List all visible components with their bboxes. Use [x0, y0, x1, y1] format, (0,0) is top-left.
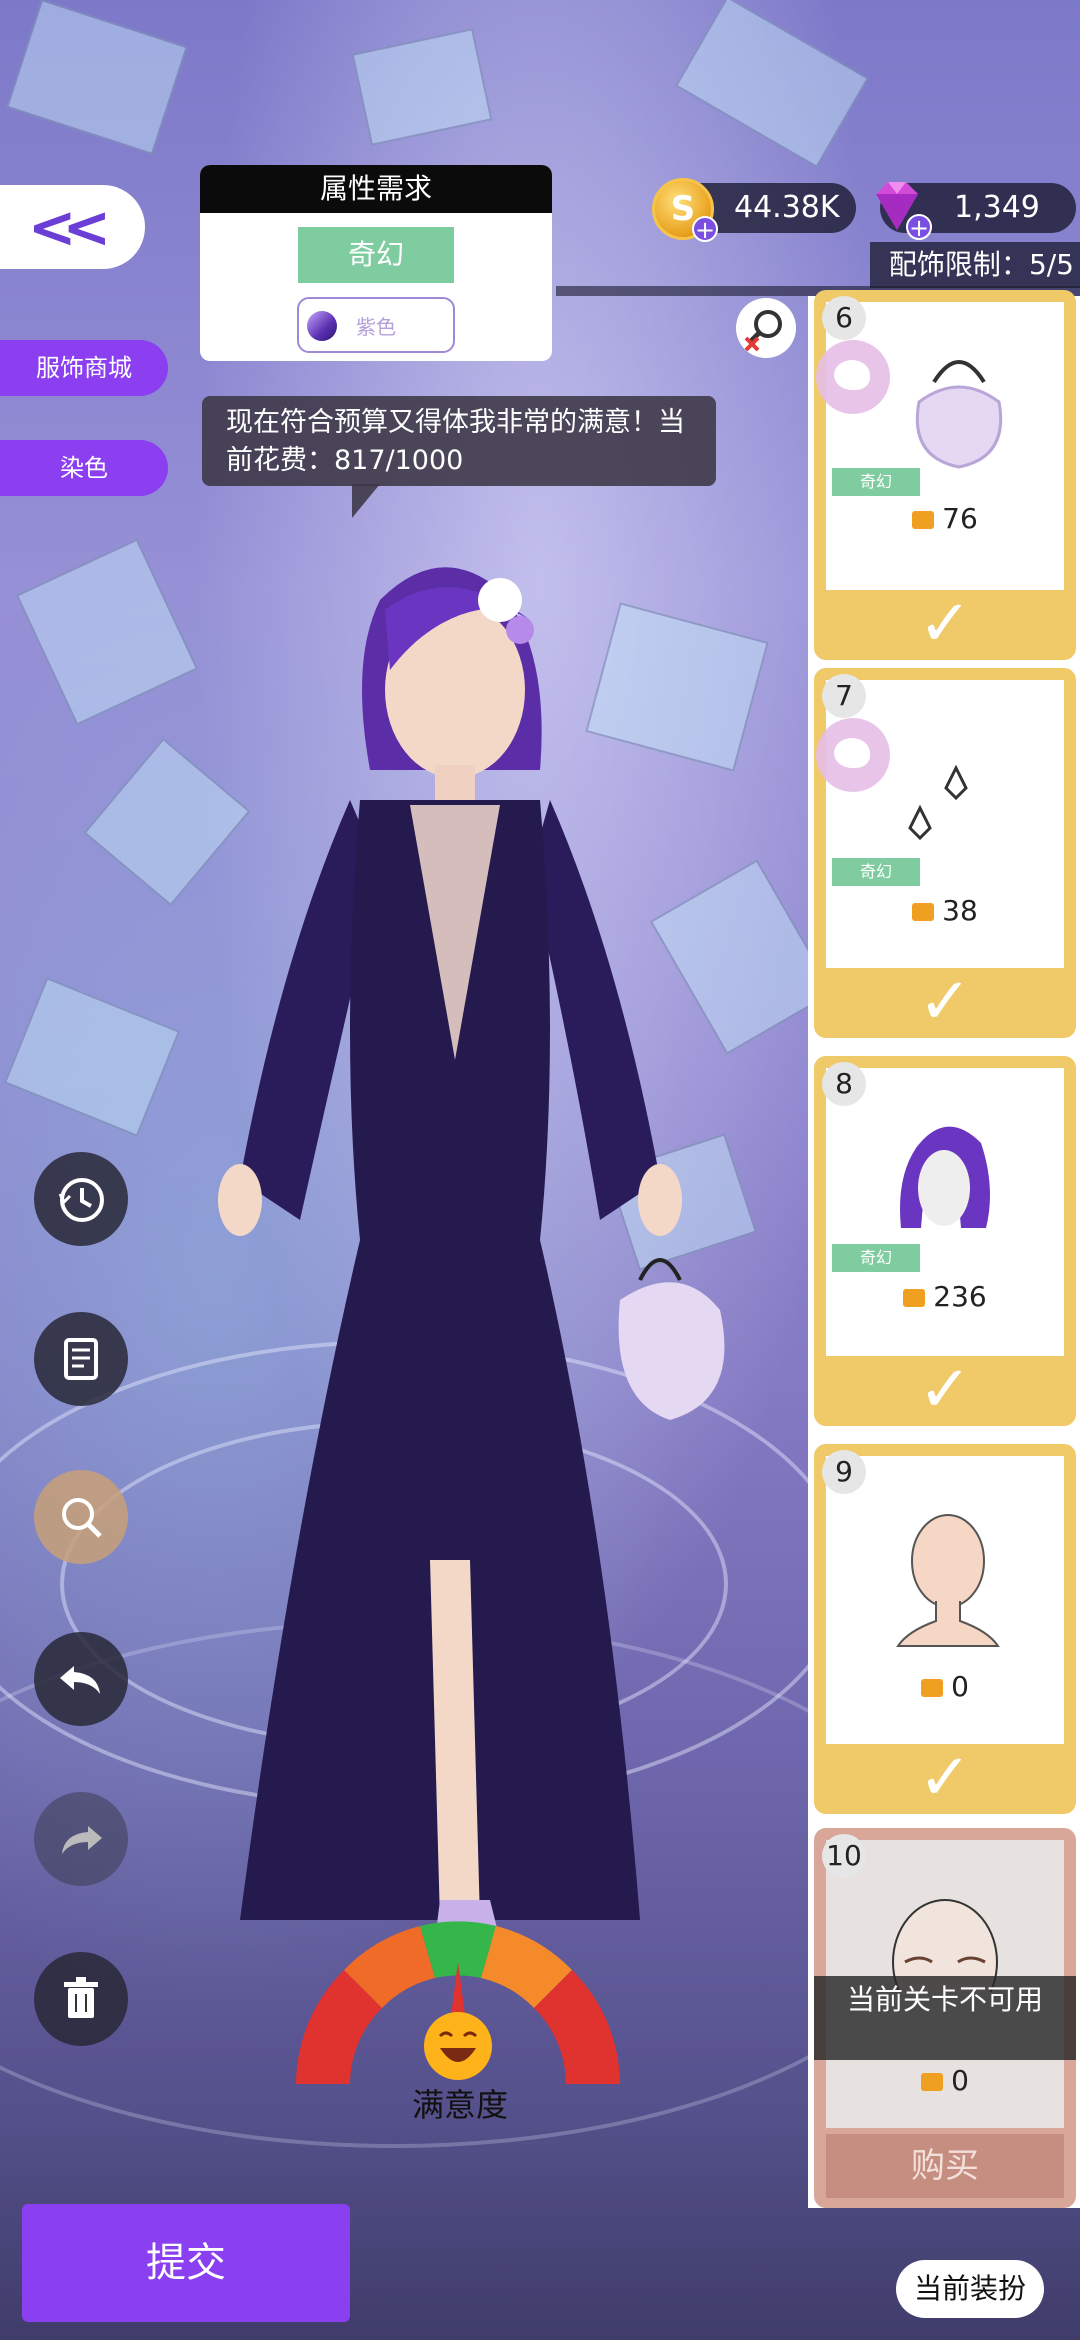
item-card[interactable]: 9 0 ✓	[814, 1444, 1076, 1814]
redo-arrow-icon	[62, 1826, 102, 1854]
color-requirement-label: 紫色	[356, 315, 396, 339]
magnifier-icon	[62, 1498, 102, 1538]
item-style-tag: 奇幻	[832, 858, 920, 886]
checkmark-icon: ✓	[918, 965, 972, 1038]
satisfaction-label: 满意度	[411, 2086, 508, 2124]
add-coins-icon[interactable]: +	[692, 216, 718, 242]
price-ticket-icon	[921, 1679, 944, 1697]
item-number: 10	[822, 1834, 866, 1878]
item-price-value: 0	[951, 1670, 969, 1703]
delete-button[interactable]	[34, 1952, 128, 2046]
item-number: 7	[822, 674, 866, 718]
current-outfit-button[interactable]: 当前装扮	[896, 2260, 1044, 2318]
item-price: 236	[814, 1280, 1076, 1313]
zoom-button[interactable]	[34, 1470, 128, 1564]
double-chevron-left-icon: <<	[27, 193, 111, 261]
checkmark-icon: ✓	[918, 587, 972, 660]
item-card[interactable]: 8 奇幻 236 ✓	[814, 1056, 1076, 1426]
happy-face-icon	[424, 2012, 492, 2080]
accessory-limit-label: 配饰限制：	[888, 248, 1029, 281]
style-requirement-tag: 奇幻	[298, 227, 454, 283]
item-price-value: 38	[942, 894, 978, 927]
speech-bubble: 现在符合预算又得体我非常的满意！当前花费：817/1000	[202, 396, 716, 518]
magnifier-remove-icon	[744, 310, 782, 352]
item-price: 76	[814, 502, 1076, 535]
character-avatar	[218, 567, 725, 1940]
back-button[interactable]: <<	[0, 185, 145, 269]
checkmark-icon: ✓	[918, 1741, 972, 1814]
item-price: 0	[814, 2064, 1076, 2097]
accessory-limit: 配饰限制：5/5	[870, 242, 1080, 288]
item-price-value: 76	[942, 502, 978, 535]
buy-button[interactable]: 购买	[826, 2134, 1064, 2198]
tulip-bag-icon	[915, 360, 1003, 469]
price-ticket-icon	[903, 1289, 926, 1307]
item-number: 8	[822, 1062, 866, 1106]
dye-tab[interactable]: 染色	[0, 440, 168, 496]
attribute-panel-title: 属性需求	[200, 165, 552, 213]
undo-button[interactable]	[34, 1632, 128, 1726]
item-card-locked[interactable]: 10 当前关卡不可用 0 购买	[814, 1828, 1076, 2208]
attribute-requirement-panel: 属性需求 奇幻 紫色	[200, 165, 552, 361]
submit-button[interactable]: 提交	[22, 2204, 350, 2322]
clothing-shop-tab[interactable]: 服饰商城	[0, 340, 168, 396]
undo-arrow-icon	[60, 1666, 100, 1694]
base-head-icon	[896, 1514, 1000, 1647]
price-ticket-icon	[912, 511, 935, 529]
unavailable-notice: 当前关卡不可用	[814, 1976, 1076, 2060]
add-gems-icon[interactable]: +	[906, 214, 932, 240]
price-ticket-icon	[921, 2073, 944, 2091]
clock-history-icon	[58, 1178, 104, 1222]
item-price-value: 0	[951, 2064, 969, 2097]
item-card[interactable]: 7 奇幻 38 ✓	[814, 668, 1076, 1038]
item-number: 6	[822, 296, 866, 340]
hairstyle-icon	[900, 1126, 990, 1228]
item-price: 38	[814, 894, 1076, 927]
earrings-icon	[908, 764, 968, 841]
palette-icon[interactable]	[816, 340, 890, 414]
search-remove-button[interactable]	[736, 298, 796, 358]
redo-button[interactable]	[34, 1792, 128, 1886]
accessory-limit-value: 5/5	[1028, 248, 1074, 281]
satisfaction-gauge	[296, 1921, 620, 2084]
gem-amount: 1,349	[954, 190, 1040, 225]
item-style-tag: 奇幻	[832, 1244, 920, 1272]
trash-icon	[64, 1977, 98, 2018]
item-number: 9	[822, 1450, 866, 1494]
history-button[interactable]	[34, 1152, 128, 1246]
checkmark-icon: ✓	[918, 1353, 972, 1426]
palette-icon[interactable]	[816, 718, 890, 792]
price-ticket-icon	[912, 903, 935, 921]
item-style-tag: 奇幻	[832, 468, 920, 496]
document-icon	[64, 1338, 98, 1380]
item-price: 0	[814, 1670, 1076, 1703]
item-card[interactable]: 6 奇幻 76 ✓	[814, 290, 1076, 660]
item-price-value: 236	[933, 1280, 987, 1313]
coin-amount: 44.38K	[734, 190, 840, 225]
color-requirement-tag: 紫色	[297, 297, 455, 353]
notes-button[interactable]	[34, 1312, 128, 1406]
